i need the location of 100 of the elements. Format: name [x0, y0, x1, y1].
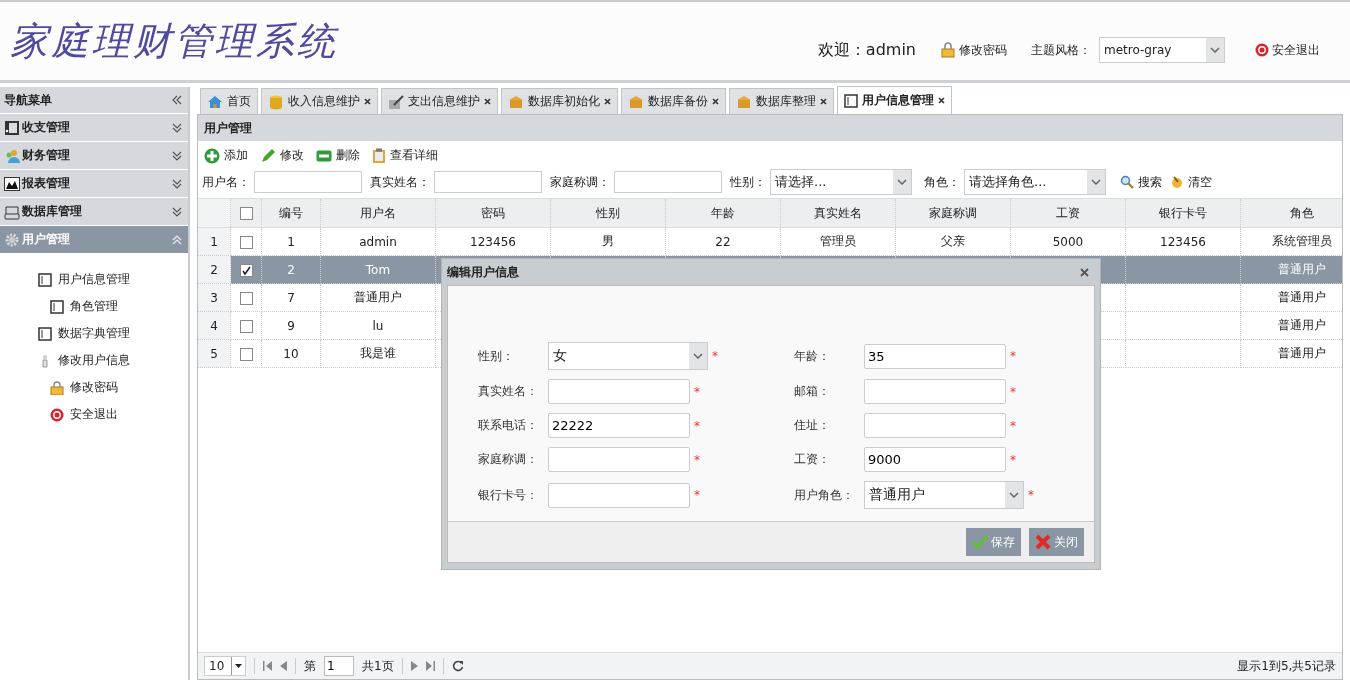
column-header[interactable]: 家庭称调: [895, 199, 1011, 228]
nav-section[interactable]: 财务管理: [0, 142, 188, 170]
nav-item[interactable]: 数据字典管理: [0, 320, 188, 347]
select-field[interactable]: 女: [548, 342, 708, 370]
column-header[interactable]: 用户名: [320, 199, 436, 228]
nav-section-label: 财务管理: [22, 147, 71, 164]
nav-item[interactable]: 用户信息管理: [0, 266, 188, 293]
field-label: 银行卡号：: [478, 486, 539, 504]
table-cell: 9: [287, 318, 295, 333]
input-field[interactable]: [548, 482, 690, 508]
select-all-checkbox[interactable]: [239, 207, 253, 220]
tab[interactable]: 数据库整理: [729, 88, 834, 114]
nav-item[interactable]: 修改用户信息: [0, 347, 188, 374]
nav-section[interactable]: 报表管理: [0, 170, 188, 198]
search-button[interactable]: 搜索: [1118, 171, 1164, 193]
table-cell: 男: [602, 234, 614, 248]
table-cell: 普通用户: [1278, 262, 1326, 276]
filter-field[interactable]: [614, 171, 722, 193]
toolbar-button[interactable]: 查看详细: [370, 145, 440, 166]
nav-section[interactable]: 数据库管理: [0, 198, 188, 226]
nav-item[interactable]: 安全退出: [0, 401, 188, 428]
table-cell: 普通用户: [354, 290, 402, 304]
theme-select[interactable]: metro-gray: [1099, 37, 1225, 63]
chevron-down-icon: [693, 353, 703, 359]
clipboard-icon: [372, 147, 386, 164]
filter-label: 性别：: [730, 173, 766, 191]
change-password-link[interactable]: 修改密码: [940, 41, 1007, 59]
checkmark-icon: [972, 535, 988, 549]
row-checkbox[interactable]: [239, 347, 253, 361]
row-checkbox[interactable]: [239, 263, 253, 277]
input-field[interactable]: [864, 379, 1006, 404]
toolbar-button[interactable]: 删除: [314, 145, 362, 166]
filter-label: 角色：: [924, 173, 960, 191]
refresh-icon[interactable]: [451, 660, 464, 672]
chevron-icon: [172, 150, 182, 161]
input-field[interactable]: [548, 447, 690, 472]
close-icon[interactable]: [364, 98, 371, 105]
power-icon: [50, 407, 64, 422]
close-icon[interactable]: [604, 98, 611, 105]
column-header[interactable]: 工资: [1010, 199, 1126, 228]
input-field[interactable]: 9000: [864, 447, 1006, 472]
chevron-down-icon: [1091, 179, 1101, 185]
first-page-icon[interactable]: [263, 661, 272, 671]
table-cell: 10: [283, 346, 299, 361]
toolbar-button[interactable]: 修改: [258, 145, 306, 166]
form-icon: [844, 93, 858, 108]
required-mark: *: [694, 488, 700, 502]
table-cell: Tom: [365, 262, 391, 277]
input-field[interactable]: 22222: [548, 413, 690, 438]
filter-select[interactable]: 请选择角色...: [964, 169, 1106, 195]
nav-item[interactable]: 角色管理: [0, 293, 188, 320]
filter-field[interactable]: [434, 171, 542, 193]
close-icon[interactable]: [712, 98, 719, 105]
input-field[interactable]: [864, 413, 1006, 438]
row-number: 1: [198, 227, 231, 256]
column-header[interactable]: 真实姓名: [780, 199, 896, 228]
input-field[interactable]: [548, 379, 690, 404]
close-icon[interactable]: [484, 98, 491, 105]
last-page-icon[interactable]: [425, 661, 435, 671]
filter-select[interactable]: 请选择...: [770, 169, 912, 195]
tab[interactable]: 数据库备份: [621, 88, 726, 114]
column-header[interactable]: 角色: [1240, 199, 1342, 228]
theme-label: 主题风格：: [1031, 41, 1091, 59]
page-field[interactable]: 1: [324, 656, 354, 676]
toolbar-button[interactable]: 添加: [202, 145, 250, 166]
tab[interactable]: 用户信息管理: [837, 86, 952, 114]
collapse-icon[interactable]: [172, 95, 182, 105]
close-icon[interactable]: [820, 98, 827, 105]
column-header[interactable]: 密码: [435, 199, 551, 228]
tab[interactable]: 收入信息维护: [261, 88, 378, 114]
select-field[interactable]: 普通用户: [864, 481, 1024, 509]
nav-item[interactable]: 修改密码: [0, 374, 188, 401]
chevron-down-icon: [897, 179, 907, 185]
column-header[interactable]: 编号: [261, 199, 321, 228]
input-field[interactable]: 35: [864, 343, 1006, 369]
box-icon: [508, 93, 524, 110]
clear-button[interactable]: 清空: [1168, 171, 1214, 193]
column-header[interactable]: 性别: [550, 199, 666, 228]
lock-icon: [940, 42, 956, 58]
nav-section[interactable]: 收支管理: [0, 114, 188, 142]
tab[interactable]: 支出信息维护: [381, 88, 498, 114]
tab[interactable]: 首页: [200, 88, 258, 114]
tab[interactable]: 数据库初始化: [501, 88, 618, 114]
filter-field[interactable]: [254, 171, 362, 193]
row-checkbox[interactable]: [239, 291, 253, 305]
column-header[interactable]: 年龄: [665, 199, 781, 228]
logout-link[interactable]: 安全退出: [1255, 41, 1320, 59]
field-label: 家庭称调：: [478, 451, 539, 468]
row-checkbox[interactable]: [239, 319, 253, 333]
table-cell: 普通用户: [1278, 346, 1326, 360]
close-icon[interactable]: [938, 97, 945, 104]
field-label: 联系电话：: [478, 417, 539, 434]
chevron-icon: [172, 206, 182, 217]
page-size-select[interactable]: 10: [204, 656, 246, 676]
table-cell: 22: [715, 234, 731, 249]
field-label: 工资：: [794, 451, 831, 468]
next-page-icon[interactable]: [410, 661, 418, 671]
row-checkbox[interactable]: [239, 235, 253, 249]
column-header[interactable]: 银行卡号: [1125, 199, 1241, 228]
previous-page-icon[interactable]: [280, 661, 287, 671]
